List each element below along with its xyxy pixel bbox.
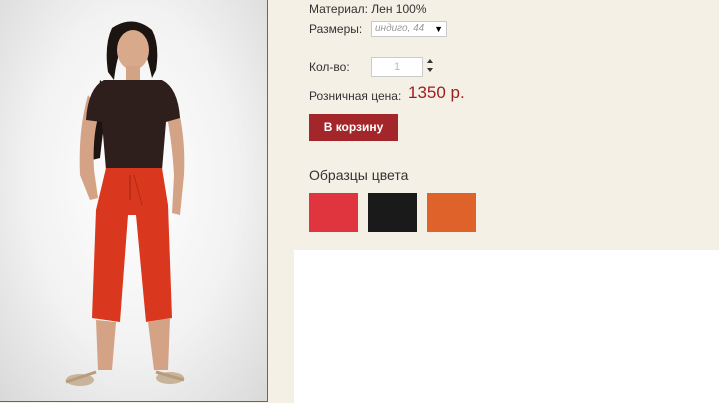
stepper-down-icon[interactable]	[427, 68, 433, 72]
size-select[interactable]: индиго, 44 ▼	[371, 21, 447, 37]
material-text: Материал: Лен 100%	[309, 2, 427, 16]
quantity-input[interactable]: 1	[371, 57, 423, 77]
sizes-label: Размеры:	[309, 22, 363, 36]
price-value: 1350 р.	[408, 83, 465, 102]
content-panel	[294, 250, 719, 403]
product-photo[interactable]	[0, 0, 268, 402]
price-label: Розничная цена:	[309, 89, 402, 103]
quantity-stepper[interactable]	[427, 59, 435, 77]
add-to-cart-button[interactable]: В корзину	[309, 114, 398, 141]
stepper-up-icon[interactable]	[427, 59, 433, 63]
color-swatch-red[interactable]	[309, 193, 358, 232]
chevron-down-icon: ▼	[434, 24, 443, 34]
size-select-value: индиго, 44	[375, 23, 425, 34]
swatches-title: Образцы цвета	[309, 167, 409, 183]
color-swatch-orange[interactable]	[427, 193, 476, 232]
qty-label: Кол-во:	[309, 60, 350, 74]
color-swatch-black[interactable]	[368, 193, 417, 232]
model-illustration	[65, 21, 185, 386]
